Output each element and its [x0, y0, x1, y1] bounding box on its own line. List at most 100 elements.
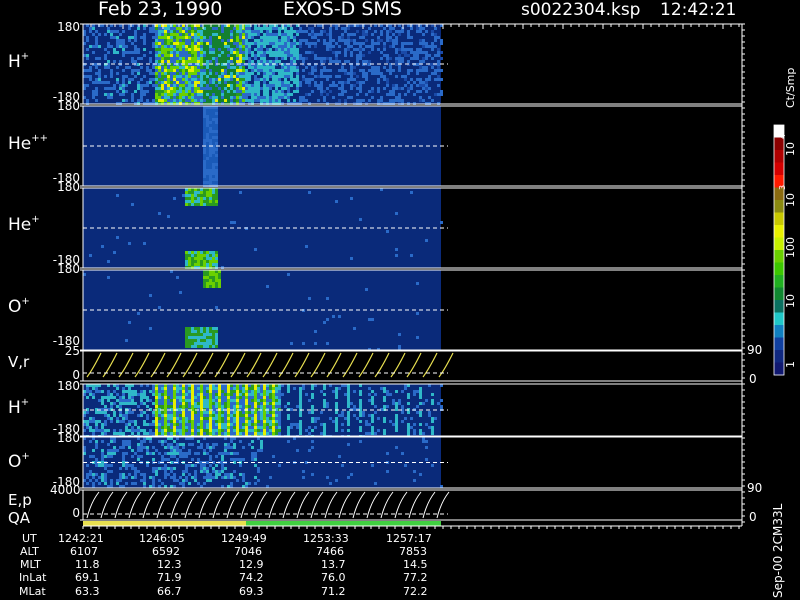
- heatmap-cell: [257, 78, 260, 81]
- heatmap-cell: [170, 452, 173, 455]
- heatmap-cell: [251, 446, 254, 449]
- heatmap-cell: [260, 66, 263, 69]
- heatmap-cell: [188, 411, 191, 414]
- heatmap-cell: [287, 432, 290, 435]
- heatmap-cell: [227, 45, 230, 48]
- heatmap-cell: [215, 30, 218, 33]
- heatmap-cell: [143, 36, 146, 39]
- heatmap-cell: [122, 476, 125, 479]
- heatmap-cell: [110, 440, 113, 443]
- heatmap-cell: [107, 455, 110, 458]
- heatmap-cell: [359, 390, 362, 393]
- heatmap-cell: [299, 396, 302, 399]
- heatmap-cell: [119, 60, 122, 63]
- heatmap-cell: [326, 402, 329, 405]
- heatmap-cell: [206, 57, 209, 60]
- heatmap-cell: [425, 81, 428, 84]
- right-tick-bottom: 0: [749, 510, 757, 524]
- heatmap-cell: [194, 429, 197, 432]
- heatmap-cell: [191, 75, 194, 78]
- heatmap-cell: [188, 251, 191, 254]
- heatmap-cell: [203, 99, 206, 102]
- heatmap-cell: [179, 51, 182, 54]
- heatmap-cell: [95, 458, 98, 461]
- heatmap-cell: [260, 393, 263, 396]
- heatmap-cell: [269, 42, 272, 45]
- heatmap-cell: [419, 473, 422, 476]
- heatmap-cell: [281, 66, 284, 69]
- heatmap-cell: [176, 449, 179, 452]
- heatmap-cell: [188, 90, 191, 93]
- heatmap-cell: [254, 90, 257, 93]
- heatmap-cell: [425, 51, 428, 54]
- heatmap-cell: [203, 42, 206, 45]
- heatmap-cell: [209, 112, 212, 115]
- heatmap-cell: [152, 72, 155, 75]
- heatmap-cell: [188, 42, 191, 45]
- heatmap-cell: [278, 78, 281, 81]
- heatmap-cell: [215, 455, 218, 458]
- heatmap-cell: [278, 402, 281, 405]
- heatmap-cell: [182, 93, 185, 96]
- heatmap-cell: [350, 66, 353, 69]
- heatmap-cell: [371, 417, 374, 420]
- heatmap-cell: [209, 151, 212, 154]
- heatmap-cell: [200, 90, 203, 93]
- heatmap-cell: [194, 254, 197, 257]
- heatmap-cell: [227, 414, 230, 417]
- heatmap-cell: [278, 69, 281, 72]
- heatmap-cell: [188, 36, 191, 39]
- heatmap-cell: [356, 75, 359, 78]
- heatmap-cell: [143, 90, 146, 93]
- heatmap-cell: [170, 429, 173, 432]
- heatmap-cell: [254, 30, 257, 33]
- heatmap-cell: [275, 99, 278, 102]
- heatmap-cell: [323, 60, 326, 63]
- heatmap-cell: [209, 72, 212, 75]
- heatmap-cell: [242, 411, 245, 414]
- heatmap-cell: [221, 75, 224, 78]
- heatmap-cell: [425, 54, 428, 57]
- heatmap-cell: [146, 414, 149, 417]
- heatmap-cell: [206, 191, 209, 194]
- mlt-value: 11.8: [75, 558, 100, 571]
- heatmap-cell: [182, 405, 185, 408]
- heatmap-cell: [254, 423, 257, 426]
- heatmap-cell: [254, 402, 257, 405]
- heatmap-cell: [395, 426, 398, 429]
- panel-label-base: H: [8, 52, 21, 72]
- heatmap-cell: [191, 345, 194, 348]
- heatmap-cell: [341, 414, 344, 417]
- heatmap-cell: [236, 99, 239, 102]
- colorbar-swatch: [774, 287, 784, 301]
- heatmap-cell: [293, 423, 296, 426]
- heatmap-cell: [203, 90, 206, 93]
- heatmap-cell: [284, 96, 287, 99]
- heatmap-cell: [176, 479, 179, 482]
- heatmap-cell: [242, 75, 245, 78]
- heatmap-cell: [245, 54, 248, 57]
- heatmap-cell: [179, 75, 182, 78]
- heatmap-cell: [203, 423, 206, 426]
- heatmap-cell: [275, 396, 278, 399]
- heatmap-cell: [296, 426, 299, 429]
- heatmap-cell: [173, 390, 176, 393]
- heatmap-cell: [218, 276, 221, 279]
- heatmap-cell: [326, 78, 329, 81]
- heatmap-cell: [212, 139, 215, 142]
- heatmap-cell: [113, 30, 116, 33]
- heatmap-cell: [203, 393, 206, 396]
- heatmap-cell: [284, 42, 287, 45]
- heatmap-cell: [140, 66, 143, 69]
- heatmap-cell: [359, 393, 362, 396]
- heatmap-cell: [173, 399, 176, 402]
- heatmap-cell: [185, 455, 188, 458]
- heatmap-cell: [170, 426, 173, 429]
- heatmap-cell: [242, 87, 245, 90]
- heatmap-cell: [266, 51, 269, 54]
- heatmap-cell: [422, 45, 425, 48]
- heatmap-cell: [254, 393, 257, 396]
- heatmap-cell: [305, 39, 308, 42]
- heatmap-cell: [233, 30, 236, 33]
- heatmap-cell: [380, 96, 383, 99]
